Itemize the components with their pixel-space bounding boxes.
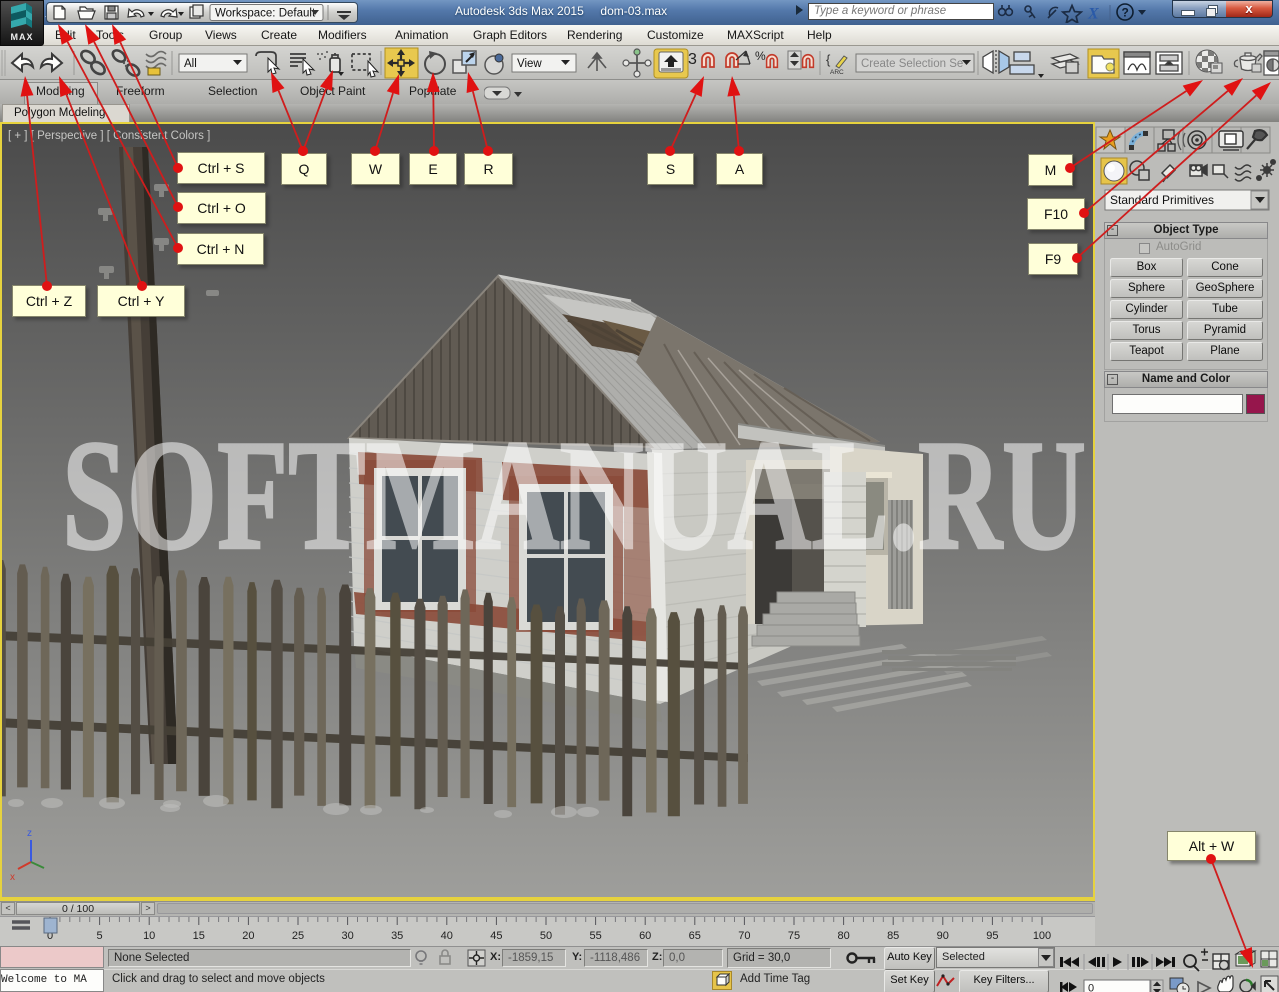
svg-text:20: 20 [242,930,254,942]
svg-text:Standard Primitives: Standard Primitives [1110,193,1214,207]
svg-text:3: 3 [688,51,697,68]
svg-text:10: 10 [143,930,155,942]
svg-text:60: 60 [639,930,651,942]
svg-text:45: 45 [490,930,502,942]
svg-text:View: View [517,58,542,70]
svg-text:90: 90 [937,930,949,942]
svg-text:40: 40 [441,930,453,942]
svg-text:50: 50 [540,930,552,942]
svg-text:X: X [1087,6,1099,23]
svg-text:ARC: ARC [830,69,844,76]
svg-text:Workspace: Default: Workspace: Default [215,8,316,20]
svg-text:15: 15 [193,930,205,942]
svg-text:?: ? [1122,6,1129,20]
svg-text:30: 30 [341,930,353,942]
svg-text:{: { [826,52,831,67]
svg-text:100: 100 [1033,930,1051,942]
svg-text:65: 65 [689,930,701,942]
svg-text:5: 5 [97,930,103,942]
svg-text:0: 0 [1088,983,1094,992]
svg-text:70: 70 [738,930,750,942]
svg-text:55: 55 [589,930,601,942]
svg-text:Create Selection Se: Create Selection Se [861,58,963,70]
svg-text:25: 25 [292,930,304,942]
svg-text:85: 85 [887,930,899,942]
svg-text:x: x [10,872,15,883]
svg-text:All: All [184,58,197,70]
svg-text:SOFTMANUAL.RU: SOFTMANUAL.RU [62,408,1086,583]
svg-text:75: 75 [788,930,800,942]
svg-text:%: % [755,49,766,63]
svg-text:35: 35 [391,930,403,942]
svg-text:95: 95 [986,930,998,942]
svg-text:80: 80 [837,930,849,942]
svg-text:z: z [27,828,32,839]
